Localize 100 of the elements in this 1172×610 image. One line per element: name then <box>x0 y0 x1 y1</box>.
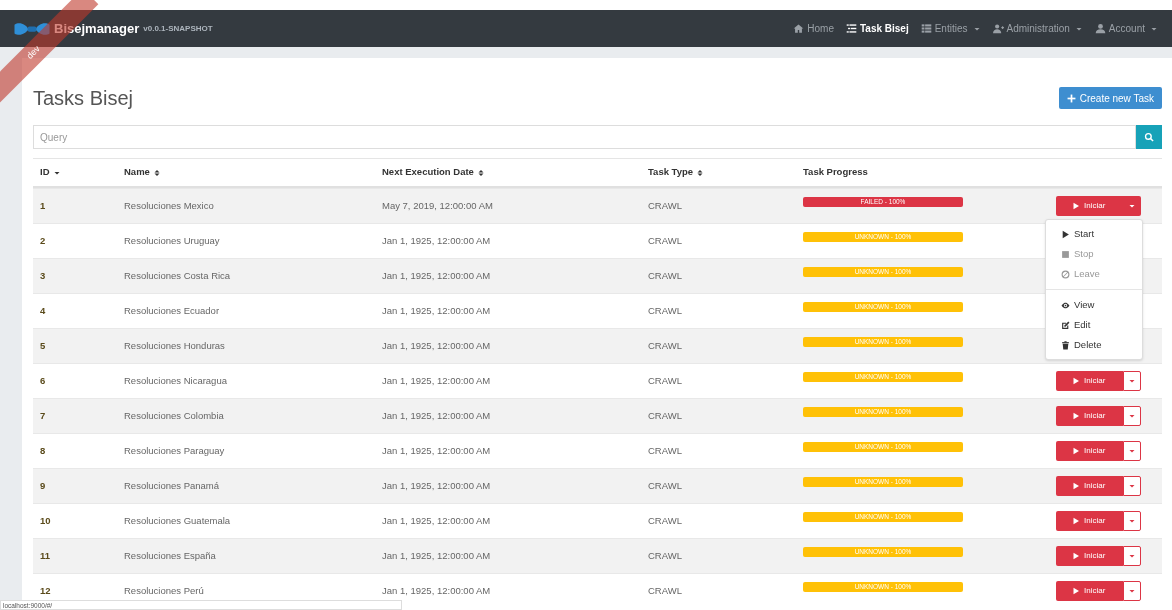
caret-icon <box>1128 377 1137 385</box>
column-header[interactable]: Task Type <box>641 165 796 180</box>
sort-icon <box>152 168 161 177</box>
bowtie-logo-icon <box>14 21 50 36</box>
name-cell-text: Resoluciones Panamá <box>123 478 221 493</box>
id-cell-text: 10 <box>39 513 52 528</box>
menu-item[interactable]: Edit <box>1046 315 1142 335</box>
start-button[interactable]: Iniciar <box>1056 546 1124 566</box>
name-cell-text: Resoluciones España <box>123 548 217 563</box>
date-cell-text: Jan 1, 1925, 12:00:00 AM <box>381 268 492 283</box>
play-icon <box>1072 447 1080 455</box>
nav-link[interactable]: Administration <box>992 21 1083 36</box>
type-cell-text: CRAWL <box>647 198 683 213</box>
column-header[interactable]: ID <box>33 165 117 180</box>
name-cell-text: Resoluciones Nicaragua <box>123 373 228 388</box>
start-button[interactable]: Iniciar <box>1056 581 1124 601</box>
start-button[interactable]: Iniciar <box>1056 441 1124 461</box>
date-cell-text: May 7, 2019, 12:00:00 AM <box>381 198 494 213</box>
add-user-icon <box>992 23 1004 34</box>
column-header: Task Progress <box>802 165 869 180</box>
search-icon <box>1144 132 1154 142</box>
date-cell-text: Jan 1, 1925, 12:00:00 AM <box>381 303 492 318</box>
type-cell-text: CRAWL <box>647 443 683 458</box>
date-cell-text: Jan 1, 1925, 12:00:00 AM <box>381 373 492 388</box>
nav-link[interactable]: Entities <box>920 21 981 36</box>
id-cell-text: 9 <box>39 478 47 493</box>
nav-link[interactable]: Account <box>1094 21 1158 36</box>
menu-item[interactable]: Start <box>1046 224 1142 244</box>
nav-link[interactable]: Task Bisej <box>845 21 909 36</box>
id-cell-text: 5 <box>39 338 47 353</box>
name-cell-text: Resoluciones Ecuador <box>123 303 221 318</box>
brand-name[interactable]: Bisejmanager <box>54 18 140 39</box>
name-cell-text: Resoluciones Honduras <box>123 338 226 353</box>
type-cell-text: CRAWL <box>647 478 683 493</box>
play-icon <box>1061 229 1070 239</box>
play-icon <box>1072 202 1080 210</box>
dropdown-toggle[interactable] <box>1123 511 1142 531</box>
menu-item[interactable]: Delete <box>1046 335 1142 355</box>
id-cell-text: 1 <box>39 198 47 213</box>
id-cell-text: 6 <box>39 373 47 388</box>
play-icon <box>1072 552 1080 560</box>
type-cell-text: CRAWL <box>647 513 683 528</box>
type-cell-text: CRAWL <box>647 408 683 423</box>
stop-icon <box>1061 249 1070 259</box>
caret-icon <box>1128 202 1137 210</box>
list-icon <box>845 23 857 34</box>
id-cell-text: 8 <box>39 443 47 458</box>
name-cell-text: Resoluciones Mexico <box>123 198 215 213</box>
name-cell-text: Resoluciones Perú <box>123 583 205 598</box>
date-cell-text: Jan 1, 1925, 12:00:00 AM <box>381 233 492 248</box>
column-header[interactable]: Next Execution Date <box>375 165 641 180</box>
id-cell-text: 12 <box>39 583 52 598</box>
name-cell-text: Resoluciones Paraguay <box>123 443 226 458</box>
caret-icon <box>1128 412 1137 420</box>
dropdown-toggle[interactable] <box>1123 406 1142 426</box>
play-icon <box>1072 377 1080 385</box>
play-icon <box>1072 587 1080 595</box>
start-button[interactable]: Iniciar <box>1056 476 1124 496</box>
start-button[interactable]: Iniciar <box>1056 511 1124 531</box>
id-cell-text: 7 <box>39 408 47 423</box>
play-icon <box>1072 517 1080 525</box>
grid-list-icon <box>920 23 932 34</box>
name-cell-text: Resoluciones Uruguay <box>123 233 221 248</box>
search-field[interactable]: Query <box>33 125 1136 149</box>
ban-icon <box>1061 269 1070 279</box>
trash-icon <box>1061 340 1070 350</box>
nav-link[interactable]: Home <box>793 21 834 36</box>
dropdown-toggle[interactable] <box>1123 371 1142 391</box>
id-cell-text: 4 <box>39 303 47 318</box>
date-cell-text: Jan 1, 1925, 12:00:00 AM <box>381 443 492 458</box>
start-button[interactable]: Iniciar <box>1056 196 1124 216</box>
dropdown-toggle[interactable] <box>1123 546 1142 566</box>
type-cell-text: CRAWL <box>647 338 683 353</box>
id-cell-text: 3 <box>39 268 47 283</box>
version-label: v0.0.1-SNAPSHOT <box>143 22 213 35</box>
start-button[interactable]: Iniciar <box>1056 371 1124 391</box>
dropdown-toggle[interactable] <box>1123 476 1142 496</box>
id-cell-text: 11 <box>39 548 52 563</box>
caret-icon <box>1128 552 1137 560</box>
date-cell-text: Jan 1, 1925, 12:00:00 AM <box>381 583 492 598</box>
user-icon <box>1094 23 1106 34</box>
name-cell-text: Resoluciones Guatemala <box>123 513 232 528</box>
menu-item[interactable]: View <box>1046 295 1142 315</box>
dropdown-toggle[interactable] <box>1123 581 1142 601</box>
start-button[interactable]: Iniciar <box>1056 406 1124 426</box>
dropdown-toggle[interactable] <box>1123 196 1142 216</box>
caret-icon <box>1128 587 1137 595</box>
type-cell-text: CRAWL <box>647 233 683 248</box>
dropdown-toggle[interactable] <box>1123 441 1142 461</box>
date-cell-text: Jan 1, 1925, 12:00:00 AM <box>381 478 492 493</box>
play-icon <box>1072 412 1080 420</box>
play-icon <box>1072 482 1080 490</box>
caret-icon <box>1128 482 1137 490</box>
search-button[interactable] <box>1136 125 1162 149</box>
column-header[interactable]: Name <box>117 165 375 180</box>
create-task-button[interactable]: Create new Task <box>1058 87 1162 109</box>
eye-icon <box>1061 300 1070 310</box>
date-cell-text: Jan 1, 1925, 12:00:00 AM <box>381 513 492 528</box>
type-cell-text: CRAWL <box>647 583 683 598</box>
name-cell-text: Resoluciones Colombia <box>123 408 225 423</box>
